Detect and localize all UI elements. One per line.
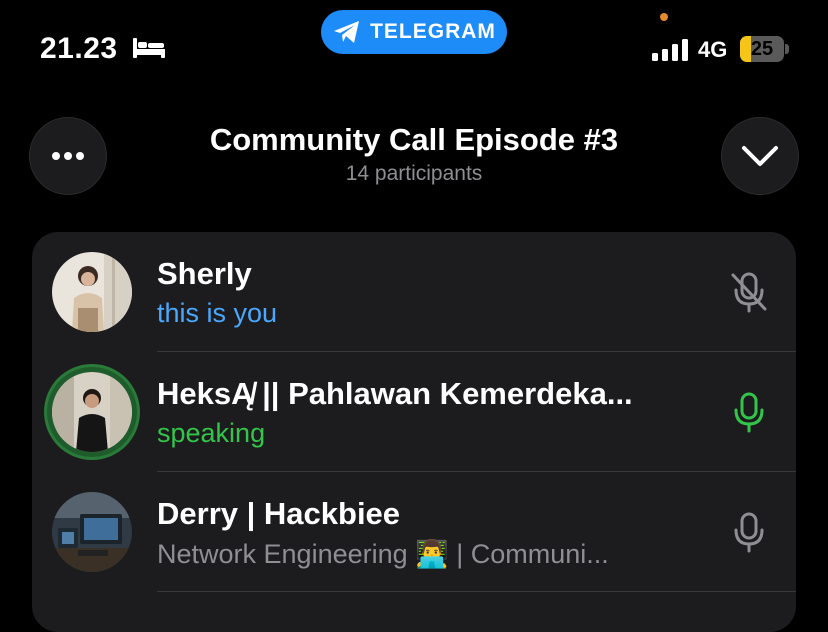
battery-level: 25 xyxy=(750,38,774,60)
mic-icon[interactable] xyxy=(727,510,771,554)
mic-active-icon[interactable] xyxy=(727,390,771,434)
call-screen: 21.23 TELEGRAM 4G 25 Community Call Epis… xyxy=(0,0,828,632)
privacy-indicator-dot xyxy=(660,13,668,21)
more-options-button[interactable] xyxy=(29,117,107,195)
avatar xyxy=(52,492,132,572)
participant-row[interactable]: Derry | Hackbiee Network Engineering 👨‍💻… xyxy=(32,472,796,592)
participant-name: Sherly xyxy=(157,256,252,291)
participant-status: Network Engineering 👨‍💻 | Communi... xyxy=(157,539,609,569)
sleep-focus-icon xyxy=(133,38,165,58)
participant-row[interactable]: Sherly this is you xyxy=(32,232,796,352)
more-dots-icon xyxy=(52,152,84,160)
collapse-call-button[interactable] xyxy=(721,117,799,195)
status-time: 21.23 xyxy=(40,32,118,65)
participant-status: this is you xyxy=(157,298,278,328)
call-title: Community Call Episode #3 xyxy=(209,122,619,157)
participants-count: 14 participants xyxy=(345,162,483,185)
participant-status: speaking xyxy=(157,418,266,448)
battery-indicator: 25 xyxy=(740,36,789,62)
cellular-signal-icon xyxy=(652,39,688,61)
avatar-speaking xyxy=(52,372,132,452)
avatar xyxy=(52,252,132,332)
participants-list: Sherly this is you HeksĄ̸ || Pahlawan Ke… xyxy=(32,232,796,632)
participant-name: Derry | Hackbiee xyxy=(157,496,401,531)
participant-row[interactable]: HeksĄ̸ || Pahlawan Kemerdeka... speaking xyxy=(32,352,796,472)
participant-name: HeksĄ̸ || Pahlawan Kemerdeka... xyxy=(157,376,633,411)
mic-muted-icon[interactable] xyxy=(727,270,771,314)
telegram-plane-icon xyxy=(334,21,360,43)
telegram-return-pill[interactable]: TELEGRAM xyxy=(321,10,507,54)
pill-label: TELEGRAM xyxy=(370,20,496,43)
chevron-down-icon xyxy=(742,146,778,166)
network-type: 4G xyxy=(698,37,728,62)
